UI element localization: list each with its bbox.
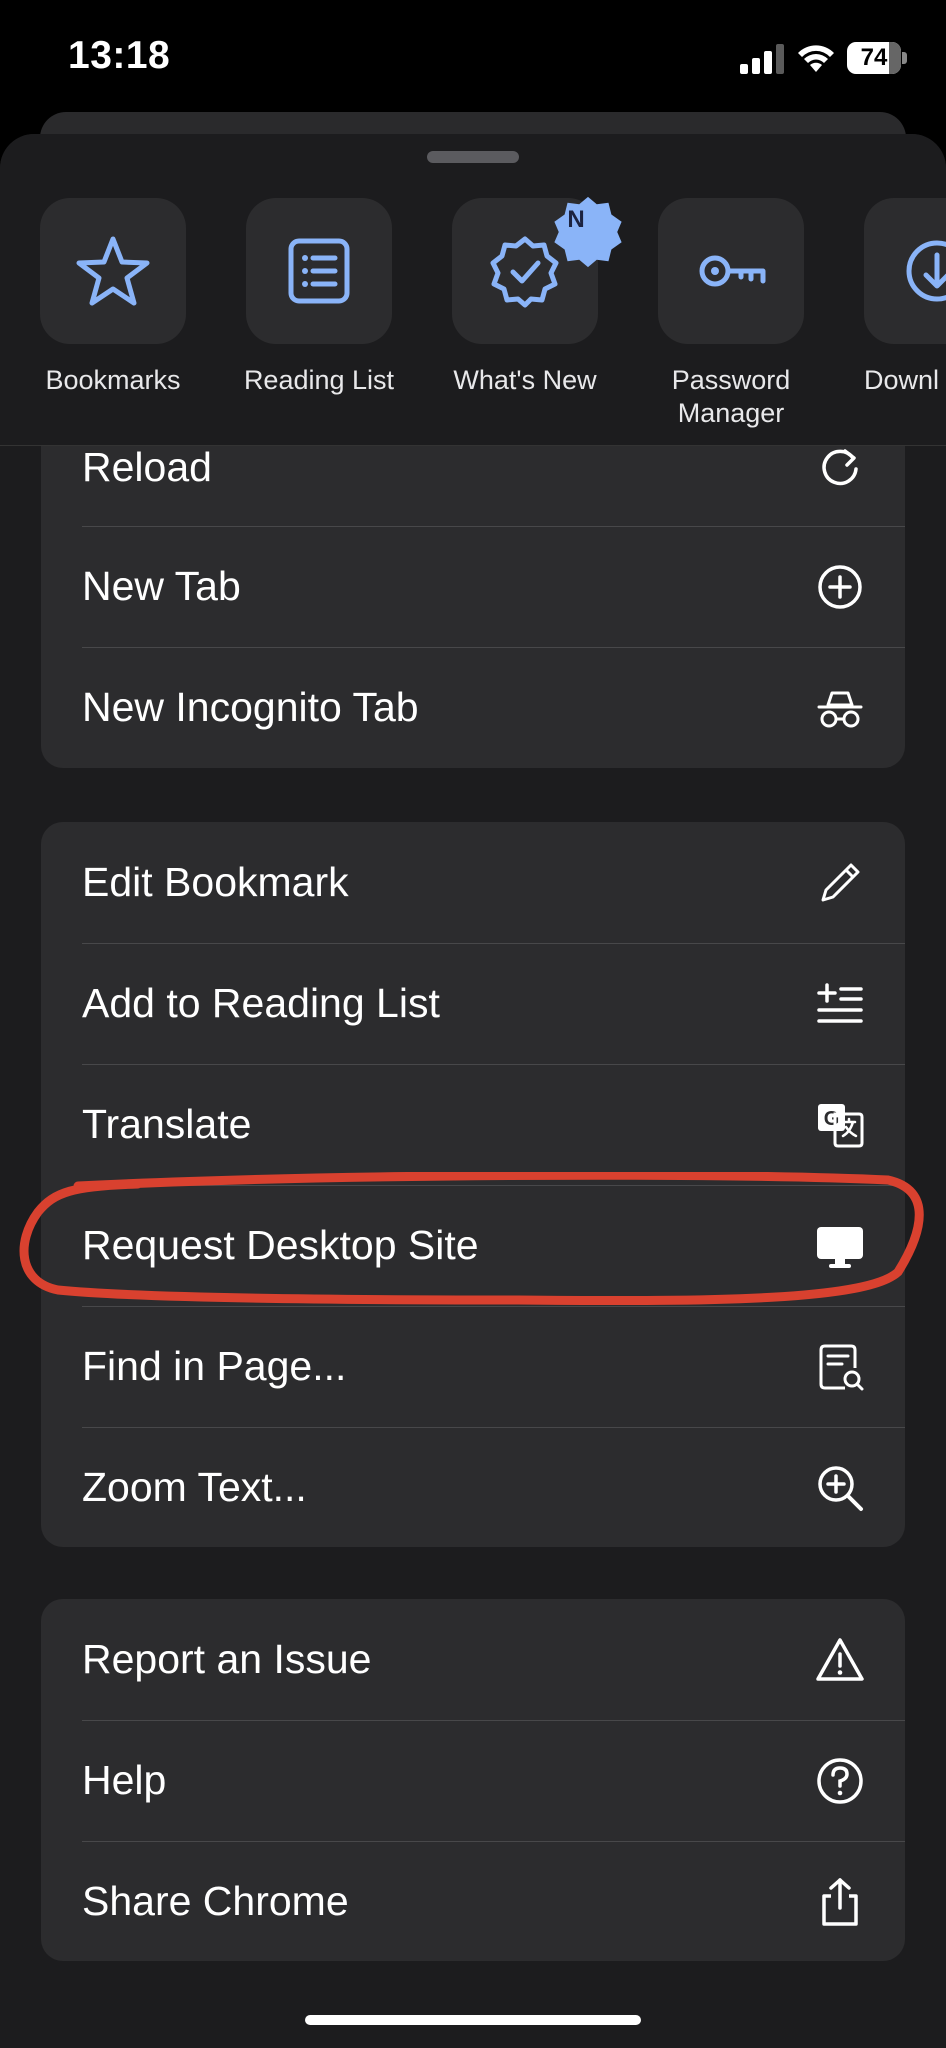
menu-group-page-actions: Edit Bookmark Add to Reading List Transl… (41, 822, 905, 1547)
cellular-signal-icon (740, 44, 784, 74)
home-indicator[interactable] (305, 2015, 641, 2025)
menu-item-label: Find in Page... (82, 1343, 347, 1389)
quick-action-password-manager[interactable]: Password Manager (628, 198, 834, 430)
plus-circle-icon (815, 562, 865, 612)
menu-item-label: New Tab (82, 563, 241, 609)
menu-item-request-desktop-site[interactable]: Request Desktop Site (41, 1185, 905, 1306)
menu-item-help[interactable]: Help (41, 1720, 905, 1841)
find-page-icon (815, 1342, 865, 1392)
status-bar: 13:18 74 (0, 0, 946, 112)
quick-action-label: What's New (453, 365, 597, 395)
incognito-icon (815, 683, 865, 733)
battery-level: 74 (860, 44, 888, 71)
quick-action-label: Password Manager (671, 365, 791, 428)
menu-item-label: Translate (82, 1101, 252, 1147)
badge-letter: N (567, 206, 585, 233)
menu-item-share-chrome[interactable]: Share Chrome (41, 1841, 905, 1961)
menu-item-edit-bookmark[interactable]: Edit Bookmark (41, 822, 905, 943)
pencil-icon (815, 858, 865, 908)
quick-action-whats-new[interactable]: N What's New (422, 196, 628, 397)
sheet-grabber[interactable] (427, 151, 519, 163)
quick-action-bookmarks[interactable]: Bookmarks (10, 198, 216, 397)
menu-item-label: Edit Bookmark (82, 859, 349, 905)
quick-action-downloads[interactable]: Downl (834, 198, 946, 397)
menu-group-navigation: Reload New Tab New Incognito Tab (41, 408, 905, 768)
menu-item-report-an-issue[interactable]: Report an Issue (41, 1599, 905, 1720)
zoom-icon (815, 1463, 865, 1513)
star-icon (76, 236, 150, 306)
menu-group-support: Report an Issue Help Share Chrome (41, 1599, 905, 1961)
battery-icon: 74 (847, 42, 907, 74)
share-icon (815, 1877, 865, 1927)
menu-item-label: Help (82, 1757, 167, 1803)
new-badge: N (550, 194, 622, 268)
wifi-icon (798, 45, 834, 72)
menu-item-find-in-page[interactable]: Find in Page... (41, 1306, 905, 1427)
quick-action-label: Downl (864, 365, 940, 395)
download-icon (906, 240, 946, 302)
add-list-icon (815, 979, 865, 1029)
menu-item-label: Zoom Text... (82, 1464, 307, 1510)
desktop-icon (815, 1221, 865, 1271)
reload-icon (815, 442, 865, 492)
help-icon (815, 1756, 865, 1806)
menu-item-label: Reload (82, 443, 212, 490)
menu-item-add-to-reading-list[interactable]: Add to Reading List (41, 943, 905, 1064)
list-icon (288, 238, 350, 304)
key-icon (699, 255, 766, 287)
menu-item-label: Share Chrome (82, 1878, 349, 1924)
menu-item-label: New Incognito Tab (82, 684, 419, 730)
menu-item-label: Add to Reading List (82, 980, 440, 1026)
status-time: 13:18 (68, 34, 171, 77)
quick-actions-row[interactable]: Bookmarks Reading List N What's New Pass… (0, 134, 946, 446)
menu-item-label: Request Desktop Site (82, 1222, 479, 1268)
menu-item-new-tab[interactable]: New Tab (41, 526, 905, 647)
quick-action-label: Reading List (243, 365, 395, 395)
menu-item-label: Report an Issue (82, 1636, 372, 1682)
menu-item-new-incognito-tab[interactable]: New Incognito Tab (41, 647, 905, 768)
quick-action-label: Bookmarks (45, 365, 181, 395)
menu-item-translate[interactable]: Translate G (41, 1064, 905, 1185)
translate-icon: G (815, 1100, 865, 1150)
menu-item-zoom-text[interactable]: Zoom Text... (41, 1427, 905, 1547)
warning-icon (815, 1635, 865, 1685)
svg-text:G: G (824, 1108, 840, 1130)
quick-action-reading-list[interactable]: Reading List (216, 198, 422, 397)
